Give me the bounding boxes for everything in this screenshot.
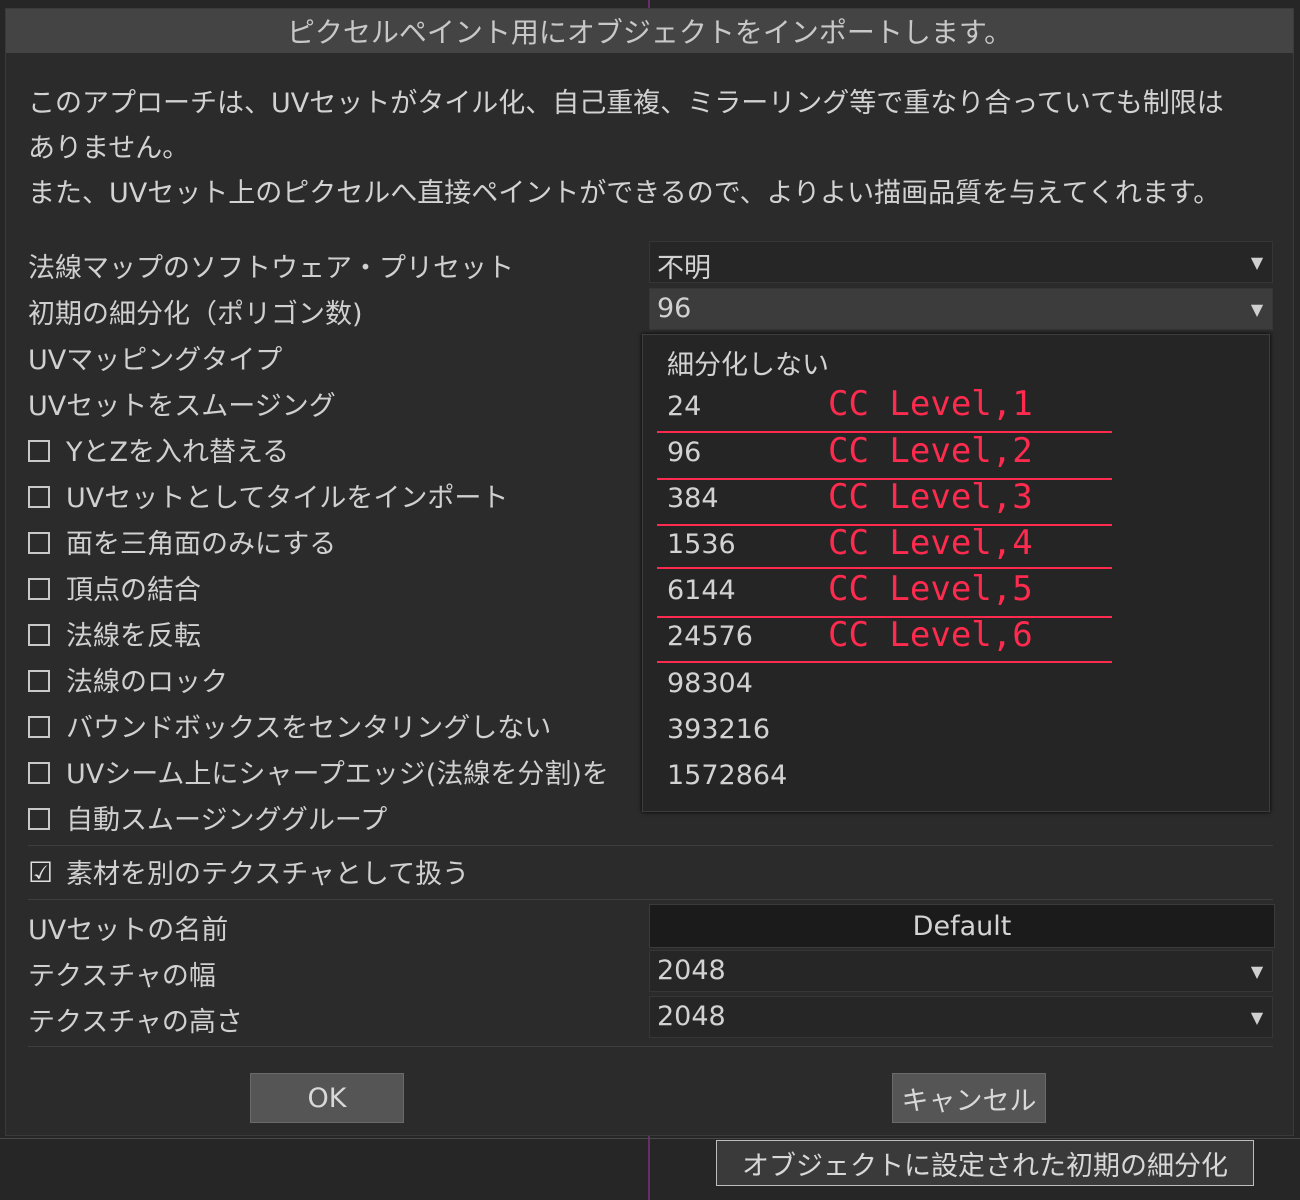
tooltip: オブジェクトに設定された初期の細分化 — [716, 1140, 1254, 1186]
checkbox-label: UVシーム上にシャープエッジ(法線を分割)を — [66, 759, 609, 790]
dialog-description: このアプローチは、UVセットがタイル化、自己重複、ミラーリング等で重なり合ってい… — [28, 81, 1268, 216]
description-line-2: ありません。 — [28, 133, 190, 164]
menu-item-1572864[interactable]: 1572864 — [667, 760, 787, 791]
menu-item-24[interactable]: 24 — [667, 391, 701, 422]
checkbox-label: 頂点の結合 — [66, 575, 201, 606]
menu-item-384[interactable]: 384 — [667, 483, 719, 514]
initial-subdivision-label: 初期の細分化（ポリゴン数) — [28, 299, 363, 330]
menu-item-24576[interactable]: 24576 — [667, 621, 753, 652]
normal-map-preset-value: 不明 — [657, 253, 711, 284]
checkbox-flip-normals[interactable]: 法線を反転 — [28, 614, 201, 653]
initial-subdivision-value: 96 — [657, 293, 692, 324]
chevron-down-icon: ▼ — [1250, 1007, 1264, 1027]
uv-mapping-type-label: UVマッピングタイプ — [28, 345, 283, 376]
texture-height-value: 2048 — [657, 1001, 726, 1032]
description-line-1: このアプローチは、UVセットがタイル化、自己重複、ミラーリング等で重なり合ってい… — [28, 88, 1224, 119]
menu-item-1536[interactable]: 1536 — [667, 529, 736, 560]
cc-level-6-annotation: CC Level,6 — [828, 615, 1033, 655]
checkbox-materials-as-textures[interactable]: ☑ 素材を別のテクスチャとして扱う — [28, 852, 469, 891]
checkbox-icon[interactable] — [28, 807, 50, 830]
cc-level-1-annotation: CC Level,1 — [828, 384, 1033, 424]
checkbox-label: 法線を反転 — [66, 621, 201, 652]
ok-button[interactable]: OK — [250, 1073, 404, 1123]
texture-height-label: テクスチャの高さ — [28, 1007, 243, 1038]
checkbox-icon[interactable] — [28, 439, 50, 462]
divider — [28, 1046, 1273, 1047]
texture-height-dropdown[interactable]: 2048 ▼ — [649, 996, 1273, 1038]
checkbox-label: 自動スムージンググループ — [66, 805, 388, 836]
checkbox-label: 素材を別のテクスチャとして扱う — [66, 859, 470, 890]
divider — [28, 845, 1273, 846]
checkbox-triangulate[interactable]: 面を三角面のみにする — [28, 522, 336, 561]
subdivision-popup-menu: 細分化しない 24 CC Level,1 96 CC Level,2 384 C… — [642, 334, 1270, 812]
menu-item-no-subdivision[interactable]: 細分化しない — [667, 343, 829, 382]
checkbox-checked-icon[interactable]: ☑ — [28, 858, 53, 886]
checkbox-lock-normals[interactable]: 法線のロック — [28, 660, 228, 699]
chevron-down-icon: ▼ — [1250, 252, 1264, 272]
checkbox-swap-yz[interactable]: YとZを入れ替える — [28, 430, 289, 469]
cc-level-2-annotation: CC Level,2 — [828, 431, 1033, 471]
checkbox-icon[interactable] — [28, 623, 50, 646]
checkbox-icon[interactable] — [28, 577, 50, 600]
menu-item-96[interactable]: 96 — [667, 437, 701, 468]
checkbox-sharp-edges-uv-seams[interactable]: UVシーム上にシャープエッジ(法線を分割)を — [28, 752, 609, 791]
checkbox-label: YとZを入れ替える — [66, 437, 290, 468]
checkbox-icon[interactable] — [28, 761, 50, 784]
checkbox-merge-vertices[interactable]: 頂点の結合 — [28, 568, 201, 607]
checkbox-label: バウンドボックスをセンタリングしない — [66, 713, 552, 744]
divider — [28, 899, 1273, 900]
cancel-button[interactable]: キャンセル — [892, 1073, 1046, 1123]
checkbox-import-tiles-as-uv[interactable]: UVセットとしてタイルをインポート — [28, 476, 508, 515]
chevron-down-icon: ▼ — [1250, 961, 1264, 981]
texture-width-value: 2048 — [657, 955, 726, 986]
menu-item-98304[interactable]: 98304 — [667, 668, 753, 699]
checkbox-icon[interactable] — [28, 715, 50, 738]
checkbox-icon[interactable] — [28, 485, 50, 508]
cc-level-5-annotation: CC Level,5 — [828, 569, 1033, 609]
checkbox-icon[interactable] — [28, 669, 50, 692]
menu-item-6144[interactable]: 6144 — [667, 575, 736, 606]
cc-level-4-annotation: CC Level,4 — [828, 523, 1033, 563]
uv-set-name-input[interactable]: Default — [649, 904, 1275, 948]
viewport-grid-line — [0, 1138, 1300, 1139]
uv-set-name-label: UVセットの名前 — [28, 915, 229, 946]
description-line-3: また、UVセット上のピクセルへ直接ペイントができるので、よりよい描画品質を与えて… — [28, 178, 1221, 209]
texture-width-dropdown[interactable]: 2048 ▼ — [649, 950, 1273, 992]
checkbox-label: 面を三角面のみにする — [66, 529, 337, 560]
uv-smoothing-label: UVセットをスムージング — [28, 391, 336, 422]
initial-subdivision-dropdown[interactable]: 96 ▼ — [649, 288, 1273, 330]
checkbox-label: 法線のロック — [66, 667, 228, 698]
chevron-down-icon: ▼ — [1250, 299, 1264, 319]
dialog-title: ピクセルペイント用にオブジェクトをインポートします。 — [6, 9, 1293, 53]
cc-level-3-annotation: CC Level,3 — [828, 477, 1033, 517]
normal-map-preset-label: 法線マップのソフトウェア・プリセット — [28, 253, 514, 284]
checkbox-label: UVセットとしてタイルをインポート — [66, 483, 509, 514]
checkbox-auto-smoothing-groups[interactable]: 自動スムージンググループ — [28, 798, 387, 837]
checkbox-no-center-bbox[interactable]: バウンドボックスをセンタリングしない — [28, 706, 551, 745]
annotation-underline — [657, 661, 1112, 663]
texture-width-label: テクスチャの幅 — [28, 961, 216, 992]
checkbox-icon[interactable] — [28, 531, 50, 554]
normal-map-preset-dropdown[interactable]: 不明 ▼ — [649, 241, 1273, 284]
menu-item-393216[interactable]: 393216 — [667, 714, 770, 745]
